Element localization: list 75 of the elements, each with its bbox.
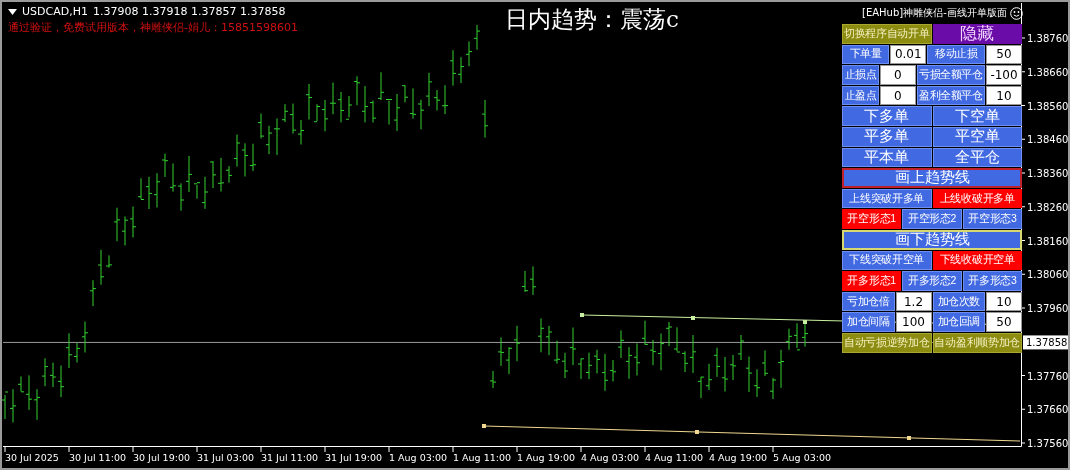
price-label: 1.38260 <box>1027 201 1069 213</box>
field-label: 止盈点 <box>842 85 879 106</box>
input-field[interactable]: 50 <box>986 312 1022 332</box>
smiley-icon <box>1009 6 1023 20</box>
price-label: 1.37960 <box>1027 303 1069 314</box>
input-field[interactable]: 0 <box>879 85 916 106</box>
mode-button[interactable]: 开空形态2 <box>902 209 962 229</box>
field-label: 移动止损 <box>927 44 985 65</box>
quote-values: 1.37908 1.37918 1.37857 1.37858 <box>92 5 286 18</box>
toggle-button[interactable]: 切换程序自动开单 <box>842 24 932 44</box>
field-label: 亏加仓倍 <box>842 291 895 312</box>
price-label: 1.37660 <box>1027 404 1069 416</box>
time-label: 30 Jul 2025 <box>5 452 59 463</box>
toggle-button[interactable]: 自动盈利顺势加仓 <box>932 332 1022 353</box>
time-label: 4 Aug 19:00 <box>709 452 767 463</box>
draw-trendline-button[interactable]: 画下趋势线 <box>842 229 1022 250</box>
mode-button[interactable]: 上线收破开多单 <box>932 188 1022 209</box>
input-field[interactable]: 50 <box>986 44 1022 65</box>
input-field[interactable]: 10 <box>986 291 1022 312</box>
order-button[interactable]: 平空单 <box>932 126 1022 147</box>
time-label: 30 Jul 11:00 <box>69 452 126 463</box>
field-label: 加仓次数 <box>932 291 985 312</box>
mode-button[interactable]: 开空形态3 <box>962 209 1022 229</box>
input-field[interactable]: 10 <box>986 85 1022 106</box>
price-label: 1.38660 <box>1027 66 1069 78</box>
order-button[interactable]: 下多单 <box>842 106 932 126</box>
time-label: 1 Aug 11:00 <box>453 452 511 463</box>
order-button[interactable]: 下空单 <box>932 106 1022 126</box>
input-field[interactable]: 0.01 <box>890 44 927 65</box>
field-label: 止损点 <box>842 65 879 85</box>
panel-title: [EAHub]神雕侠侣-画线开单版面 <box>862 6 1007 20</box>
time-label: 4 Aug 11:00 <box>645 452 703 463</box>
field-label: 加仓回调 <box>932 312 985 332</box>
symbol-label: USDCAD,H1 <box>22 5 88 18</box>
mode-button[interactable]: 下线突破开空单 <box>842 250 932 271</box>
time-label: 1 Aug 03:00 <box>389 452 447 463</box>
price-label: 1.38460 <box>1027 134 1069 146</box>
price-label: 1.38360 <box>1027 168 1069 179</box>
input-field[interactable]: 0 <box>879 65 916 85</box>
trend-title: 日内趋势：震荡c <box>505 5 679 34</box>
field-label: 亏损全额平仓 <box>916 65 985 85</box>
field-label: 下单量 <box>842 44 890 65</box>
order-button[interactable]: 平本单 <box>842 147 932 168</box>
dropdown-icon[interactable] <box>8 8 17 15</box>
hide-button[interactable]: 隐藏 <box>932 24 1022 44</box>
time-label: 31 Jul 03:00 <box>197 452 254 463</box>
time-label: 30 Jul 19:00 <box>133 452 190 463</box>
mode-button[interactable]: 开多形态1 <box>842 271 902 291</box>
field-label: 盈利全额平仓 <box>916 85 985 106</box>
order-button[interactable]: 全平仓 <box>932 147 1022 168</box>
mode-button[interactable]: 开多形态3 <box>962 271 1022 291</box>
input-field[interactable]: 1.2 <box>895 291 932 312</box>
price-label: 1.38560 <box>1027 100 1069 112</box>
price-label: 1.37760 <box>1027 370 1069 382</box>
toggle-button[interactable]: 自动亏损逆势加仓 <box>842 332 932 353</box>
price-label: 1.38160 <box>1027 235 1069 247</box>
price-label: 1.38060 <box>1027 269 1069 281</box>
mode-button[interactable]: 开空形态1 <box>842 209 902 229</box>
time-label: 31 Jul 11:00 <box>261 452 318 463</box>
time-label: 1 Aug 19:00 <box>517 452 575 463</box>
notice-text: 通过验证，免费试用版本，神雕侠侣-娟儿：15851598601 <box>8 20 298 35</box>
current-price-label: 1.37858 <box>1023 335 1068 350</box>
time-label: 5 Aug 03:00 <box>773 452 831 463</box>
time-label: 4 Aug 03:00 <box>581 452 639 463</box>
input-field[interactable]: -100 <box>986 65 1022 85</box>
price-label: 1.37560 <box>1027 438 1069 449</box>
draw-trendline-button[interactable]: 画上趋势线 <box>842 168 1022 188</box>
input-field[interactable]: 100 <box>895 312 932 332</box>
order-button[interactable]: 平多单 <box>842 126 932 147</box>
field-label: 加仓间隔 <box>842 312 895 332</box>
mode-button[interactable]: 开多形态2 <box>902 271 962 291</box>
mode-button[interactable]: 上线突破开多单 <box>842 188 932 209</box>
time-label: 31 Jul 19:00 <box>325 452 382 463</box>
price-label: 1.38760 <box>1027 33 1069 44</box>
mode-button[interactable]: 下线收破开空单 <box>932 250 1022 271</box>
